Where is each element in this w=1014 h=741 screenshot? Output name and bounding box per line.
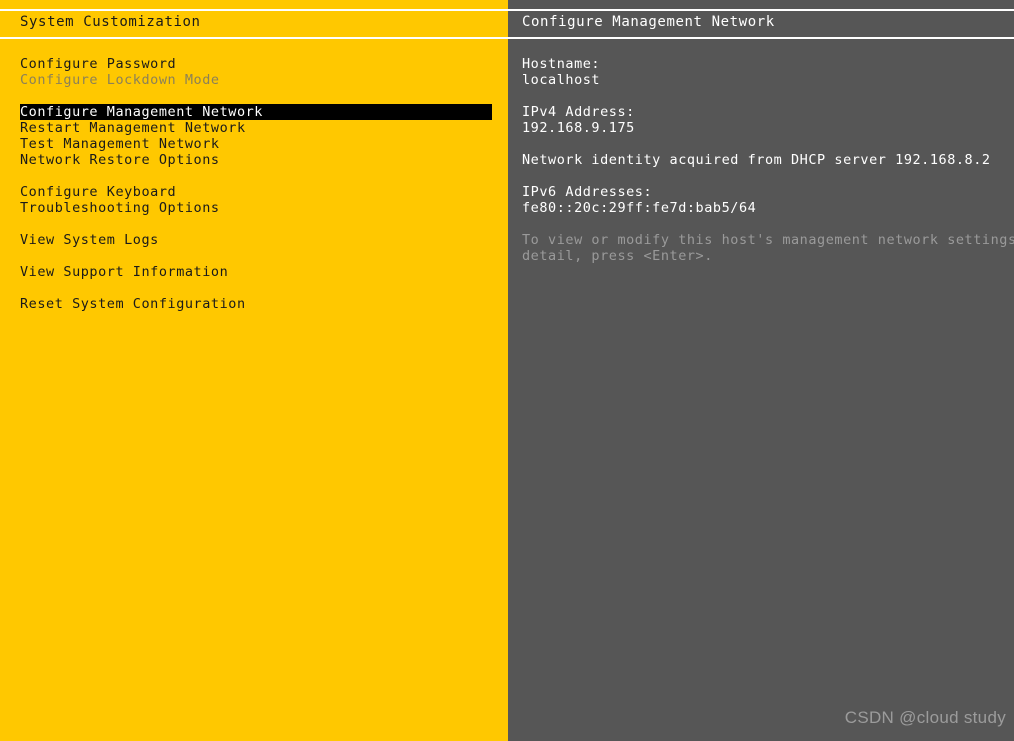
dcui-screen: System Customization Configure Password C…: [0, 0, 1014, 741]
menu-item-view-system-logs[interactable]: View System Logs: [0, 232, 508, 248]
right-header-top-rule: [508, 9, 1014, 11]
system-customization-menu: Configure Password Configure Lockdown Mod…: [0, 56, 508, 312]
info-row: fe80::20c:29ff:fe7d:bab5/64: [522, 200, 757, 216]
menu-item-configure-lockdown-mode: Configure Lockdown Mode: [20, 72, 220, 88]
menu-item-configure-password[interactable]: Configure Password: [0, 56, 508, 72]
info-row: localhost: [522, 72, 601, 88]
left-header-top-rule: [0, 9, 508, 11]
configure-management-network-panel: Configure Management Network Hostname: lo…: [508, 0, 1014, 741]
menu-item-configure-management-network[interactable]: Configure Management Network: [20, 104, 492, 120]
left-panel-title: System Customization: [20, 14, 201, 30]
menu-item-test-management-network[interactable]: Test Management Network: [0, 136, 508, 152]
menu-spacer: [0, 168, 508, 184]
menu-spacer: [0, 248, 508, 264]
system-customization-panel: System Customization Configure Password C…: [0, 0, 508, 741]
info-row: Hostname:: [522, 56, 601, 72]
info-row: To view or modify this host's management…: [522, 232, 1014, 248]
network-details-list: Hostname: localhost IPv4 Address: 192.168.9…: [522, 56, 1014, 264]
menu-spacer: [0, 88, 508, 104]
menu-item-troubleshooting-options[interactable]: Troubleshooting Options: [0, 200, 508, 216]
info-row: IPv6 Addresses:: [522, 184, 653, 200]
right-header-bottom-rule: [508, 37, 1014, 39]
left-header-bottom-rule: [0, 37, 508, 39]
info-row: Network identity acquired from DHCP serv…: [522, 152, 991, 168]
menu-item-reset-system-configuration[interactable]: Reset System Configuration: [0, 296, 508, 312]
menu-spacer: [0, 216, 508, 232]
menu-item-configure-keyboard[interactable]: Configure Keyboard: [0, 184, 508, 200]
menu-item-restart-management-network[interactable]: Restart Management Network: [0, 120, 508, 136]
info-row: IPv4 Address:: [522, 104, 635, 120]
info-row: detail, press <Enter>.: [522, 248, 713, 264]
menu-item-view-support-information[interactable]: View Support Information: [0, 264, 508, 280]
menu-spacer: [0, 280, 508, 296]
info-row: 192.168.9.175: [522, 120, 635, 136]
menu-item-network-restore-options[interactable]: Network Restore Options: [0, 152, 508, 168]
right-panel-title: Configure Management Network: [522, 14, 775, 30]
